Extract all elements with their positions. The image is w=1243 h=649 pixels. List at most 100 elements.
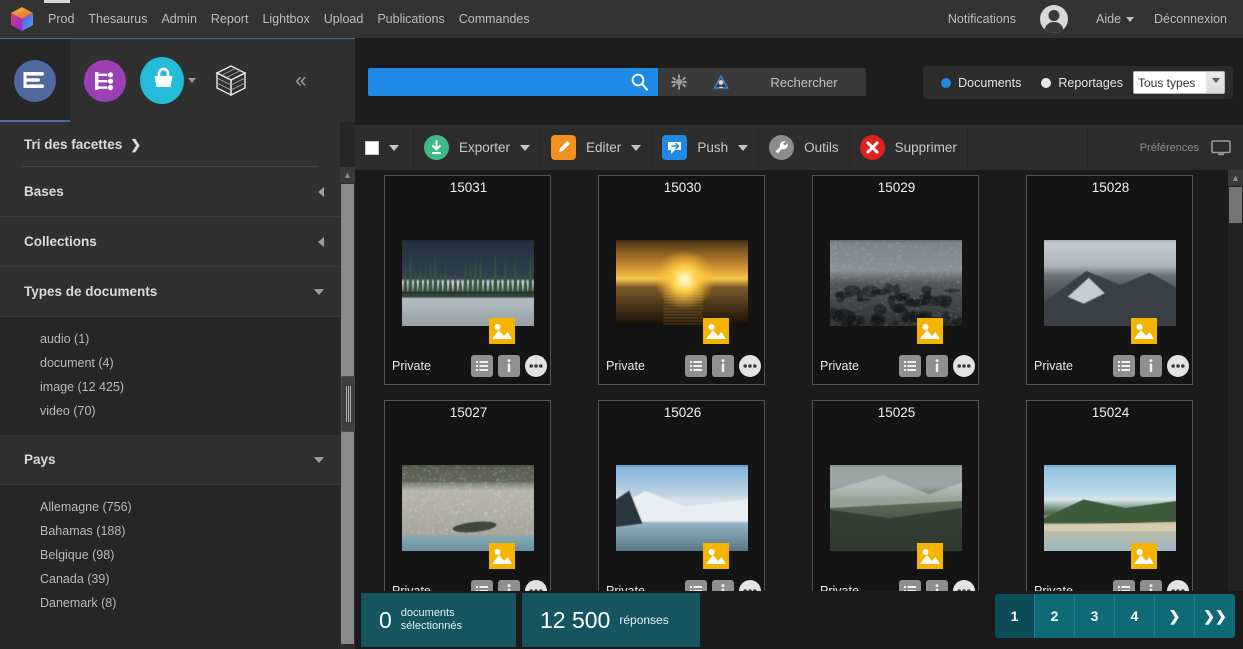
push-button[interactable]: Push — [652, 125, 759, 170]
app-logo[interactable] — [0, 0, 44, 38]
card-thumbnail[interactable] — [1044, 240, 1176, 326]
result-card[interactable]: 15026Private — [598, 400, 765, 610]
push-dropdown-caret-icon[interactable] — [738, 145, 748, 151]
page-button-4[interactable]: 4 — [1115, 594, 1155, 638]
facet-value-bahamas[interactable]: Bahamas (188) — [0, 519, 340, 543]
search-settings-button[interactable] — [658, 68, 700, 96]
more-options-icon[interactable] — [953, 355, 975, 377]
delete-button[interactable]: Supprimer — [850, 125, 968, 170]
list-view-icon[interactable] — [685, 355, 707, 377]
card-thumbnail[interactable] — [616, 240, 748, 326]
facet-value-document[interactable]: document (4) — [0, 351, 340, 375]
facet-title: Collections — [24, 234, 97, 249]
list-view-icon[interactable] — [899, 355, 921, 377]
notifications-link[interactable]: Notifications — [938, 0, 1026, 38]
scroll-up-arrow-icon[interactable]: ▲ — [1228, 170, 1243, 186]
scope-label-reportages: Reportages — [1058, 76, 1123, 90]
next-page-button[interactable]: ❯ — [1155, 594, 1195, 638]
info-icon[interactable] — [926, 355, 948, 377]
scroll-up-arrow-icon[interactable]: ▲ — [340, 167, 355, 183]
result-card[interactable]: 15024Private — [1026, 400, 1193, 610]
last-page-button[interactable]: ❯❯ — [1195, 594, 1235, 638]
card-thumbnail[interactable] — [402, 465, 534, 551]
card-thumbnail[interactable] — [830, 465, 962, 551]
nav-item-publications[interactable]: Publications — [370, 0, 451, 38]
result-card[interactable]: 15028Private — [1026, 175, 1193, 385]
info-icon[interactable] — [1140, 355, 1162, 377]
card-thumbnail[interactable] — [830, 240, 962, 326]
sidebar-tool-3d[interactable] — [196, 39, 266, 122]
sidebar-resize-handle[interactable] — [341, 376, 355, 432]
result-card[interactable]: 15031Private — [384, 175, 551, 385]
facet-value-belgique[interactable]: Belgique (98) — [0, 543, 340, 567]
info-icon[interactable] — [712, 355, 734, 377]
facet-value-allemagne[interactable]: Allemagne (756) — [0, 495, 340, 519]
list-view-icon[interactable] — [471, 355, 493, 377]
edit-dropdown-caret-icon[interactable] — [631, 145, 641, 151]
avatar[interactable] — [1040, 5, 1068, 33]
facet-value-canada[interactable]: Canada (39) — [0, 567, 340, 591]
facet-section-bases[interactable]: Bases — [0, 167, 340, 217]
more-options-icon[interactable] — [1167, 355, 1189, 377]
card-privacy: Private — [606, 359, 645, 373]
export-dropdown-caret-icon[interactable] — [520, 145, 530, 151]
info-icon[interactable] — [498, 355, 520, 377]
application-window: Prod Thesaurus Admin Report Lightbox Upl… — [0, 0, 1243, 649]
logout-link[interactable]: Déconnexion — [1144, 0, 1243, 38]
page-button-1[interactable]: 1 — [995, 594, 1035, 638]
more-options-icon[interactable] — [525, 355, 547, 377]
card-thumbnail[interactable] — [1044, 465, 1176, 551]
facet-value-audio[interactable]: audio (1) — [0, 327, 340, 351]
results-list-icon — [14, 60, 56, 102]
nav-item-thesaurus[interactable]: Thesaurus — [81, 0, 154, 38]
results-scrollbar[interactable]: ▲ ▼ — [1228, 170, 1243, 617]
sidebar-collapse-button[interactable]: « — [266, 39, 336, 122]
search-button[interactable]: Rechercher — [742, 68, 866, 96]
monitor-icon[interactable] — [1211, 140, 1231, 156]
facet-section-collections[interactable]: Collections — [0, 217, 340, 267]
facet-list: Bases Collections Types de documents aud… — [0, 167, 340, 649]
facet-value-danemark[interactable]: Danemark (8) — [0, 591, 340, 615]
select-all-checkbox[interactable] — [365, 141, 379, 155]
facet-section-types-de-documents[interactable]: Types de documents — [0, 267, 340, 317]
export-button[interactable]: Exporter — [414, 125, 541, 170]
search-map-button[interactable] — [700, 68, 742, 96]
sidebar-tool-results[interactable] — [0, 39, 70, 122]
page-button-2[interactable]: 2 — [1035, 594, 1075, 638]
result-card[interactable]: 15030Private — [598, 175, 765, 385]
result-card[interactable]: 15029Private — [812, 175, 979, 385]
result-card[interactable]: 15027Private — [384, 400, 551, 610]
facet-value-video[interactable]: video (70) — [0, 399, 340, 423]
scope-option-reportages[interactable]: Reportages — [1031, 76, 1133, 90]
results-grid-area: 15031Private15030Private15029Private1502… — [355, 170, 1243, 649]
nav-item-commandes[interactable]: Commandes — [452, 0, 537, 38]
nav-item-lightbox[interactable]: Lightbox — [255, 0, 316, 38]
basket-dropdown-caret-icon[interactable] — [188, 78, 196, 83]
edit-button[interactable]: Editer — [541, 125, 652, 170]
preferences-link[interactable]: Préférences — [1140, 142, 1199, 154]
image-badge — [917, 543, 943, 569]
facet-sort-control[interactable]: Tri des facettes ❯ — [0, 122, 340, 167]
help-menu[interactable]: Aide — [1086, 0, 1144, 38]
type-select[interactable]: Tous types — [1133, 71, 1225, 94]
sidebar-tool-thesaurus[interactable] — [70, 39, 140, 122]
nav-item-report[interactable]: Report — [204, 0, 256, 38]
facet-value-image[interactable]: image (12 425) — [0, 375, 340, 399]
results-scroll-thumb[interactable] — [1229, 187, 1242, 223]
facet-section-pays[interactable]: Pays — [0, 435, 340, 485]
nav-item-admin[interactable]: Admin — [154, 0, 203, 38]
result-card[interactable]: 15025Private — [812, 400, 979, 610]
select-all-cell[interactable] — [355, 125, 414, 170]
select-all-dropdown-caret-icon[interactable] — [389, 145, 399, 151]
sidebar-tool-basket[interactable] — [140, 39, 196, 122]
more-options-icon[interactable] — [739, 355, 761, 377]
list-view-icon[interactable] — [1113, 355, 1135, 377]
nav-item-upload[interactable]: Upload — [317, 0, 371, 38]
search-input[interactable] — [368, 68, 658, 96]
card-thumbnail[interactable] — [402, 240, 534, 326]
page-button-3[interactable]: 3 — [1075, 594, 1115, 638]
nav-item-prod[interactable]: Prod — [44, 0, 81, 38]
card-thumbnail[interactable] — [616, 465, 748, 551]
tools-button[interactable]: Outils — [759, 125, 850, 170]
scope-option-documents[interactable]: Documents — [931, 76, 1031, 90]
